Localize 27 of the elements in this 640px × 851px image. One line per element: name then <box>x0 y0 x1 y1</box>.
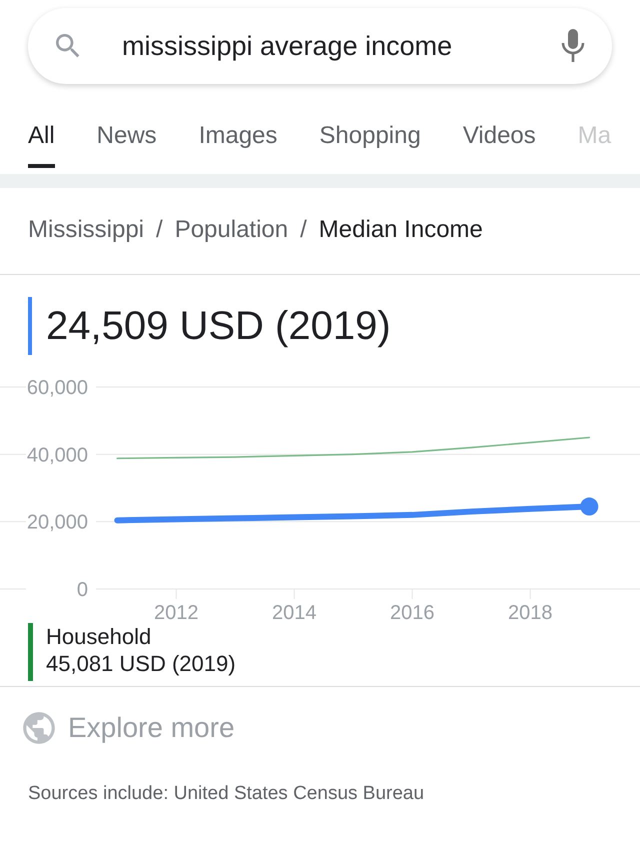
x-axis-label: 2014 <box>272 602 316 621</box>
x-axis-label: 2012 <box>154 602 198 621</box>
search-bar[interactable]: mississippi average income <box>28 8 612 84</box>
microphone-icon[interactable] <box>560 28 586 64</box>
legend-label: Household <box>46 623 152 650</box>
x-axis-label: 2018 <box>508 602 552 621</box>
y-axis-label: 20,000 <box>26 512 88 534</box>
y-axis-label: 40,000 <box>26 444 88 466</box>
y-axis-label: 60,000 <box>26 377 88 399</box>
tab[interactable]: Images <box>198 122 278 168</box>
breadcrumb-item: Median Income <box>318 216 483 245</box>
search-field[interactable]: mississippi average income <box>120 30 560 62</box>
breadcrumb-item[interactable]: Population <box>174 216 288 274</box>
globe-icon <box>20 709 58 747</box>
y-axis-label: 0 <box>76 579 88 601</box>
median-income-value: 24,509 USD (2019) <box>46 304 391 348</box>
tab[interactable]: Videos <box>462 122 536 168</box>
data-point <box>580 498 598 516</box>
breadcrumb-separator: / <box>300 216 307 245</box>
tab[interactable]: Shopping <box>319 122 421 168</box>
breadcrumb-separator: / <box>156 216 163 245</box>
tab[interactable]: All <box>28 122 55 168</box>
tab[interactable]: News <box>96 122 157 168</box>
breadcrumb-item[interactable]: Mississippi <box>28 216 144 274</box>
x-axis-label: 2016 <box>390 602 434 621</box>
legend-value: 45,081 USD (2019) <box>46 650 236 677</box>
sources-text: Sources include: United States Census Bureau <box>27 782 426 805</box>
